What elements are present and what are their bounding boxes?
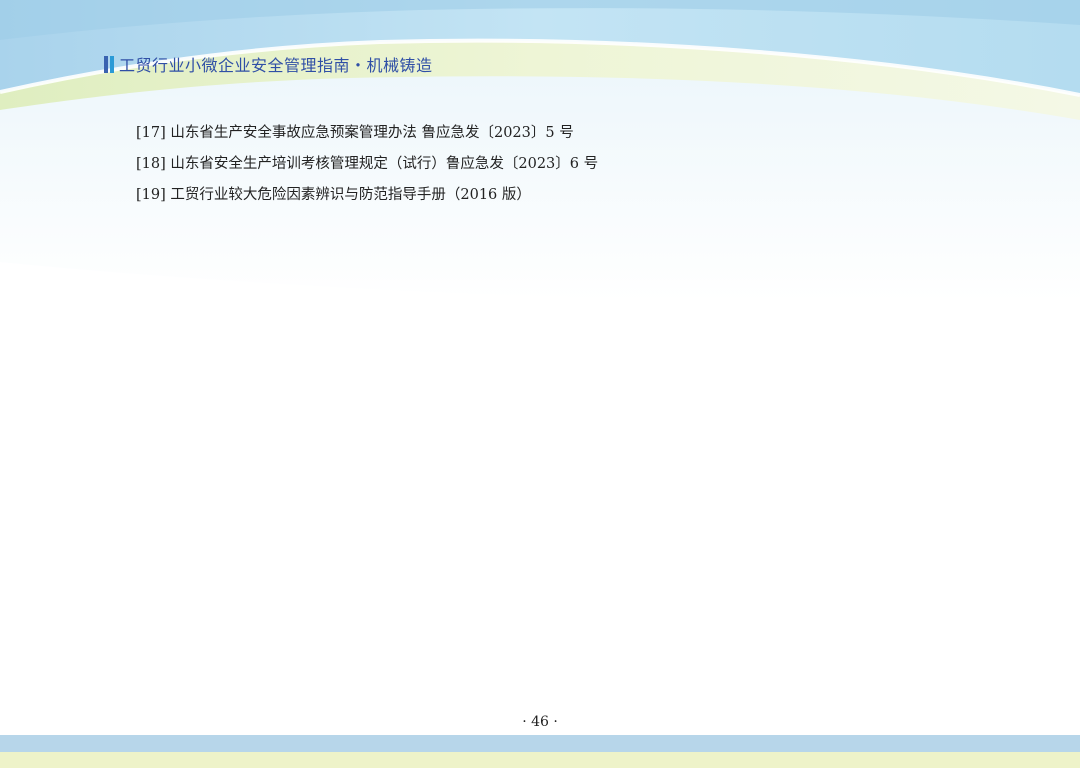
reference-item: [19] 工贸行业较大危险因素辨识与防范指导手册（2016 版） <box>136 187 531 203</box>
reference-item: [18] 山东省安全生产培训考核管理规定（试行）鲁应急发〔2023〕6 号 <box>136 156 599 172</box>
running-header: 工贸行业小微企业安全管理指南・机械铸造 <box>104 52 433 76</box>
header-title: 工贸行业小微企业安全管理指南・机械铸造 <box>119 56 433 75</box>
reference-list: [17] 山东省生产安全事故应急预案管理办法 鲁应急发〔2023〕5 号 [18… <box>136 120 598 213</box>
footer-band-blue <box>0 735 1080 752</box>
footer-band-green <box>0 752 1080 768</box>
background-waves <box>0 0 1080 301</box>
reference-item: [17] 山东省生产安全事故应急预案管理办法 鲁应急发〔2023〕5 号 <box>136 125 574 141</box>
header-bar-icon <box>104 55 114 73</box>
page-number: · 46 · <box>522 714 558 730</box>
